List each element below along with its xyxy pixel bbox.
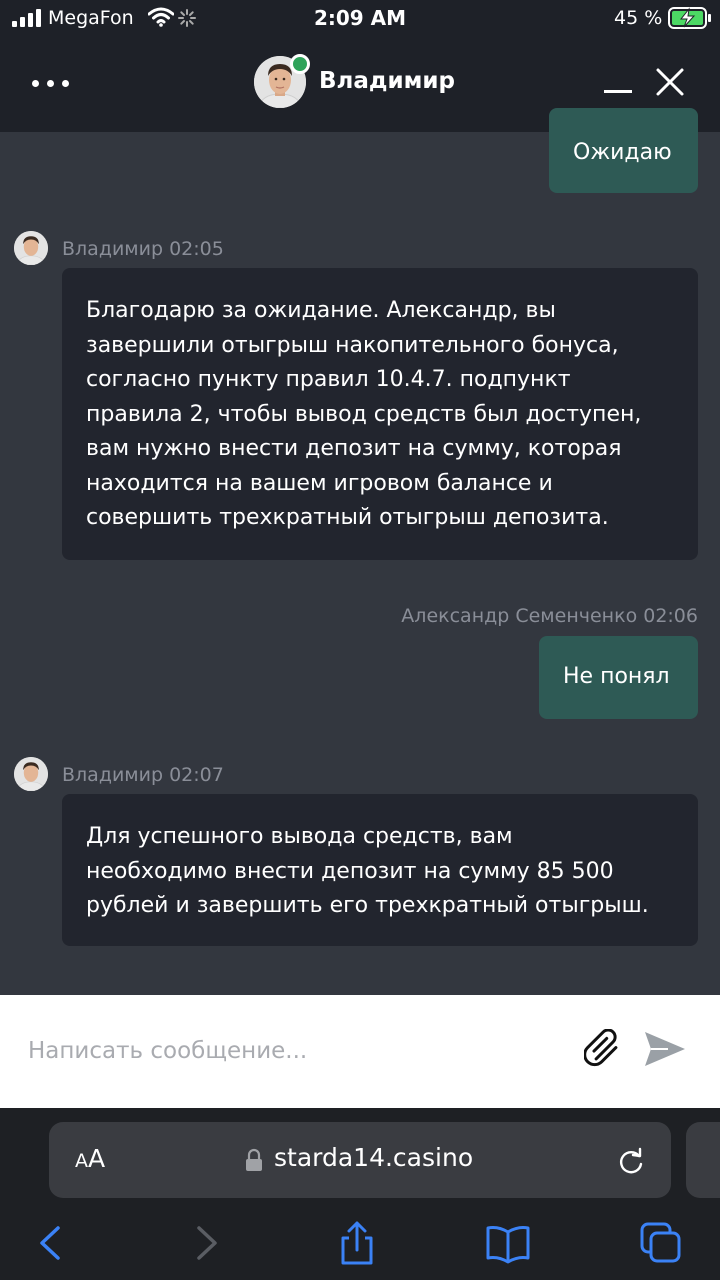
forward-icon[interactable] — [183, 1220, 229, 1266]
outgoing-message: Не понял — [539, 636, 698, 719]
incoming-message: Для успешного вывода средств, вам необхо… — [62, 794, 698, 946]
message-line: Для успешного вывода средств, вам — [86, 824, 513, 849]
message-line: необходимо внести депозит на сумму 85 50… — [86, 858, 614, 884]
message-text: Ожидаю — [573, 140, 672, 165]
message-composer — [0, 995, 720, 1108]
message-text: Не понял — [563, 664, 670, 689]
minimize-icon[interactable] — [598, 66, 638, 106]
message-line: Благодарю за ожидание. Александр, вы — [86, 298, 556, 323]
battery-percent: 45 % — [614, 7, 663, 29]
message-meta: Владимир 02:05 — [62, 238, 224, 260]
outgoing-message: Ожидаю — [549, 108, 698, 193]
address-bar[interactable]: AA starda14.casino — [49, 1122, 671, 1198]
status-bar: MegaFon 2:09 AM 45 % — [0, 0, 720, 36]
adjacent-tab-preview[interactable] — [686, 1122, 720, 1198]
message-meta: Александр Семенченко 02:06 — [401, 605, 698, 627]
send-icon[interactable] — [642, 1029, 688, 1069]
bookmarks-icon[interactable] — [485, 1220, 531, 1266]
message-line: завершили отыгрыш накопительного бонуса, — [86, 332, 619, 358]
message-meta: Владимир 02:07 — [62, 764, 224, 786]
back-icon[interactable] — [28, 1220, 74, 1266]
close-icon[interactable] — [650, 66, 690, 106]
message-line: согласно пункту правил 10.4.7. подпункт — [86, 367, 571, 392]
clock: 2:09 AM — [313, 6, 407, 30]
message-line: рублей и завершить его трехкратный отыгр… — [86, 893, 649, 918]
message-line: вам нужно внести депозит на сумму, котор… — [86, 436, 622, 461]
agent-name: Владимир — [319, 68, 455, 94]
message-line: совершить трехкратный отыгрыш депозита. — [86, 505, 609, 530]
url-text: starda14.casino — [274, 1143, 474, 1172]
browser-chrome: AA starda14.casino — [0, 1108, 720, 1280]
incoming-message: Благодарю за ожидание. Александр, вы зав… — [62, 268, 698, 560]
paperclip-icon[interactable] — [584, 1029, 628, 1069]
lock-icon — [246, 1148, 262, 1171]
more-dots-icon[interactable] — [30, 70, 74, 98]
avatar — [14, 757, 48, 791]
chat-screen: MegaFon 2:09 AM 45 % Владимир Ожидаю Вла… — [0, 0, 720, 1280]
message-line: находится на вашем игровом балансе и — [86, 470, 553, 496]
message-line: правила 2, чтобы вывод средств был досту… — [86, 401, 642, 427]
online-status-indicator — [290, 54, 310, 74]
reload-icon[interactable] — [617, 1146, 645, 1176]
battery-charging-icon — [668, 7, 711, 29]
tabs-icon[interactable] — [638, 1220, 684, 1266]
message-input[interactable] — [28, 1033, 548, 1069]
avatar — [14, 231, 48, 265]
share-icon[interactable] — [334, 1220, 380, 1266]
text-size-button[interactable]: AA — [75, 1144, 105, 1173]
